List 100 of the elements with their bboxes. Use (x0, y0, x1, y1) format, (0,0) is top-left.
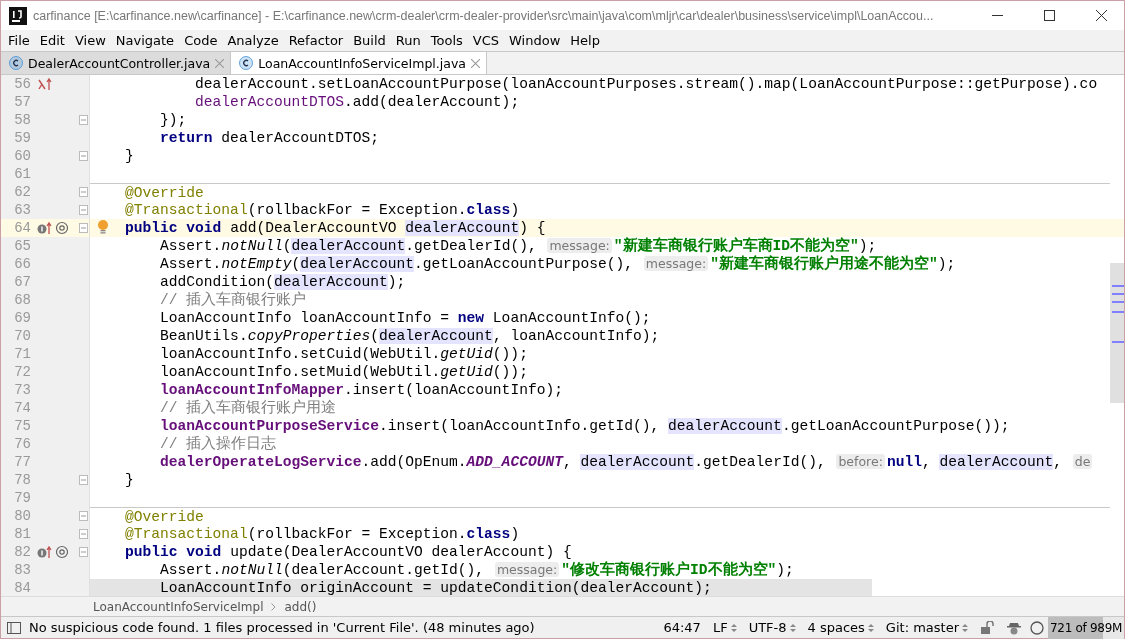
tool-window-icon[interactable] (7, 621, 21, 634)
fold-icon[interactable] (79, 151, 88, 161)
file-tab[interactable]: DealerAccountController.java (1, 52, 232, 74)
code-line: public void update(DealerAccountVO dealerAccount) { (124, 543, 572, 561)
code-line: public void add(DealerAccountVO dealerAccount) { (124, 219, 546, 237)
status-item[interactable]: 4 spaces (807, 620, 874, 635)
line-number: 60 (13, 148, 31, 164)
line-number: 70 (13, 328, 31, 344)
menu-item[interactable]: Analyze (222, 33, 284, 48)
code-line: LoanAccountInfo loanAccountInfo = new LoanAccountInfo(); (159, 309, 651, 327)
code-line: dealerAccount.setLoanAccountPurpose(loanAccountPurposes.stream().map(LoanAccountPurpose::getPurpose).co (194, 75, 1098, 93)
chevron-icon (271, 602, 277, 611)
status-message: No suspicious code found. 1 files processed in 'Current File'. (48 minutes ago) (29, 620, 536, 635)
code-line: // 插入车商银行账户用途 (159, 399, 337, 417)
menu-item[interactable]: Tools (425, 33, 468, 48)
code-line: loanAccountPurposeService.insert(loanAccountInfo.getId(), dealerAccount.getLoanAccountPurpose()); (159, 417, 1010, 435)
menu-item[interactable]: File (3, 33, 35, 48)
close-icon[interactable] (471, 58, 480, 68)
status-item[interactable]: LF (712, 620, 737, 635)
line-number: 82 (13, 544, 31, 560)
updown-icon (867, 622, 874, 633)
breadcrumb-item[interactable]: add() (284, 599, 317, 614)
maximize-icon (1043, 10, 1055, 21)
updown-icon (730, 622, 737, 633)
menu-item[interactable]: Help (565, 33, 605, 48)
code-line: // 插入操作日志 (159, 435, 277, 453)
memory-indicator[interactable]: 721 of 989M (1048, 616, 1124, 639)
breadcrumb-item[interactable]: LoanAccountInfoServiceImpl (93, 599, 264, 614)
menu-item[interactable]: Window (504, 33, 566, 48)
menu-item[interactable]: Refactor (283, 33, 349, 48)
line-number: 58 (13, 112, 31, 128)
updown-icon (962, 622, 968, 633)
fold-icon[interactable] (79, 205, 88, 215)
line-number: 57 (13, 94, 31, 110)
line-number: 61 (13, 166, 31, 182)
menu-item[interactable]: Code (179, 33, 223, 48)
code-line: }); (159, 111, 187, 129)
line-number: 75 (13, 418, 31, 434)
updown-icon (789, 622, 796, 633)
line-number: 81 (13, 526, 31, 542)
fold-icon[interactable] (79, 511, 88, 521)
class-file-icon (9, 56, 23, 70)
code-line: loanAccountInfo.setCuid(WebUtil.getUid()); (159, 345, 528, 363)
close-icon (1095, 10, 1107, 21)
code-line: Assert.notEmpty(dealerAccount.getLoanAccountPurpose(), message: "新建车商银行账户用途不能为空"); (159, 255, 956, 273)
close-icon[interactable] (215, 58, 225, 68)
line-number: 71 (13, 346, 31, 362)
parameter-hint: message: (547, 238, 612, 253)
status-item[interactable]: Git: master (885, 620, 968, 635)
annotation-marker-icon[interactable] (55, 221, 69, 235)
code-line: loanAccountInfo.setMuid(WebUtil.getUid()); (159, 363, 528, 381)
line-number: 72 (13, 364, 31, 380)
tab-label: DealerAccountController.java (28, 55, 211, 71)
code-line: Assert.notNull(dealerAccount.getId(), message: "修改车商银行账户ID不能为空"); (159, 561, 794, 579)
file-tab[interactable]: LoanAccountInfoServiceImpl.java (231, 52, 487, 74)
window-title: carfinance [E:\carfinance.new\carfinance] - E:\carfinance.new\crm-dealer\crm-dealer-provider\src\main\java\com\mljr\car\dealer\business\service\impl\LoanAccou... (33, 8, 935, 23)
line-number: 77 (13, 454, 31, 470)
status-item[interactable]: UTF-8 (748, 620, 796, 635)
fold-icon[interactable] (79, 547, 88, 557)
code-line: loanAccountInfoMapper.insert(loanAccountInfo); (159, 381, 563, 399)
line-number: 63 (13, 202, 31, 218)
lightbulb-icon[interactable] (96, 219, 110, 235)
line-number: 62 (13, 184, 31, 200)
line-number: 80 (13, 508, 31, 524)
fold-icon[interactable] (79, 187, 88, 197)
implements-marker-icon[interactable] (37, 545, 53, 559)
line-number: 56 (13, 76, 31, 92)
lambda-marker-icon[interactable] (37, 77, 53, 91)
menu-item[interactable]: Edit (34, 33, 70, 48)
menu-item[interactable]: VCS (467, 33, 505, 48)
menu-item[interactable]: Navigate (110, 33, 180, 48)
line-number: 59 (13, 130, 31, 146)
menu-item[interactable]: Run (390, 33, 426, 48)
fold-icon[interactable] (79, 529, 88, 539)
implements-marker-icon[interactable] (37, 221, 53, 235)
fold-icon[interactable] (79, 115, 88, 125)
line-number: 74 (13, 400, 31, 416)
line-number: 67 (13, 274, 31, 290)
parameter-hint: de (1072, 454, 1093, 469)
code-line: @Override (124, 508, 204, 525)
code-line: @Override (124, 184, 204, 201)
status-item[interactable]: 64:47 (663, 620, 701, 635)
class-file-icon (239, 56, 254, 70)
line-number: 78 (13, 472, 31, 488)
code-line: @Transactional(rollbackFor = Exception.class) (124, 525, 520, 543)
fold-icon[interactable] (79, 223, 88, 233)
line-number: 83 (13, 562, 31, 578)
code-line: return dealerAccountDTOS; (159, 129, 379, 147)
parameter-hint: message: (643, 256, 709, 271)
code-line: // 插入车商银行账户 (159, 291, 307, 309)
line-number: 84 (13, 580, 31, 596)
annotation-marker-icon[interactable] (55, 545, 69, 559)
menu-item[interactable]: Build (348, 33, 391, 48)
lock-icon[interactable] (980, 620, 994, 635)
menu-item[interactable]: View (69, 33, 111, 48)
minimize-icon (991, 14, 1003, 17)
line-number: 73 (13, 382, 31, 398)
line-number: 76 (13, 436, 31, 452)
line-number: 68 (13, 292, 31, 308)
fold-icon[interactable] (79, 475, 88, 485)
